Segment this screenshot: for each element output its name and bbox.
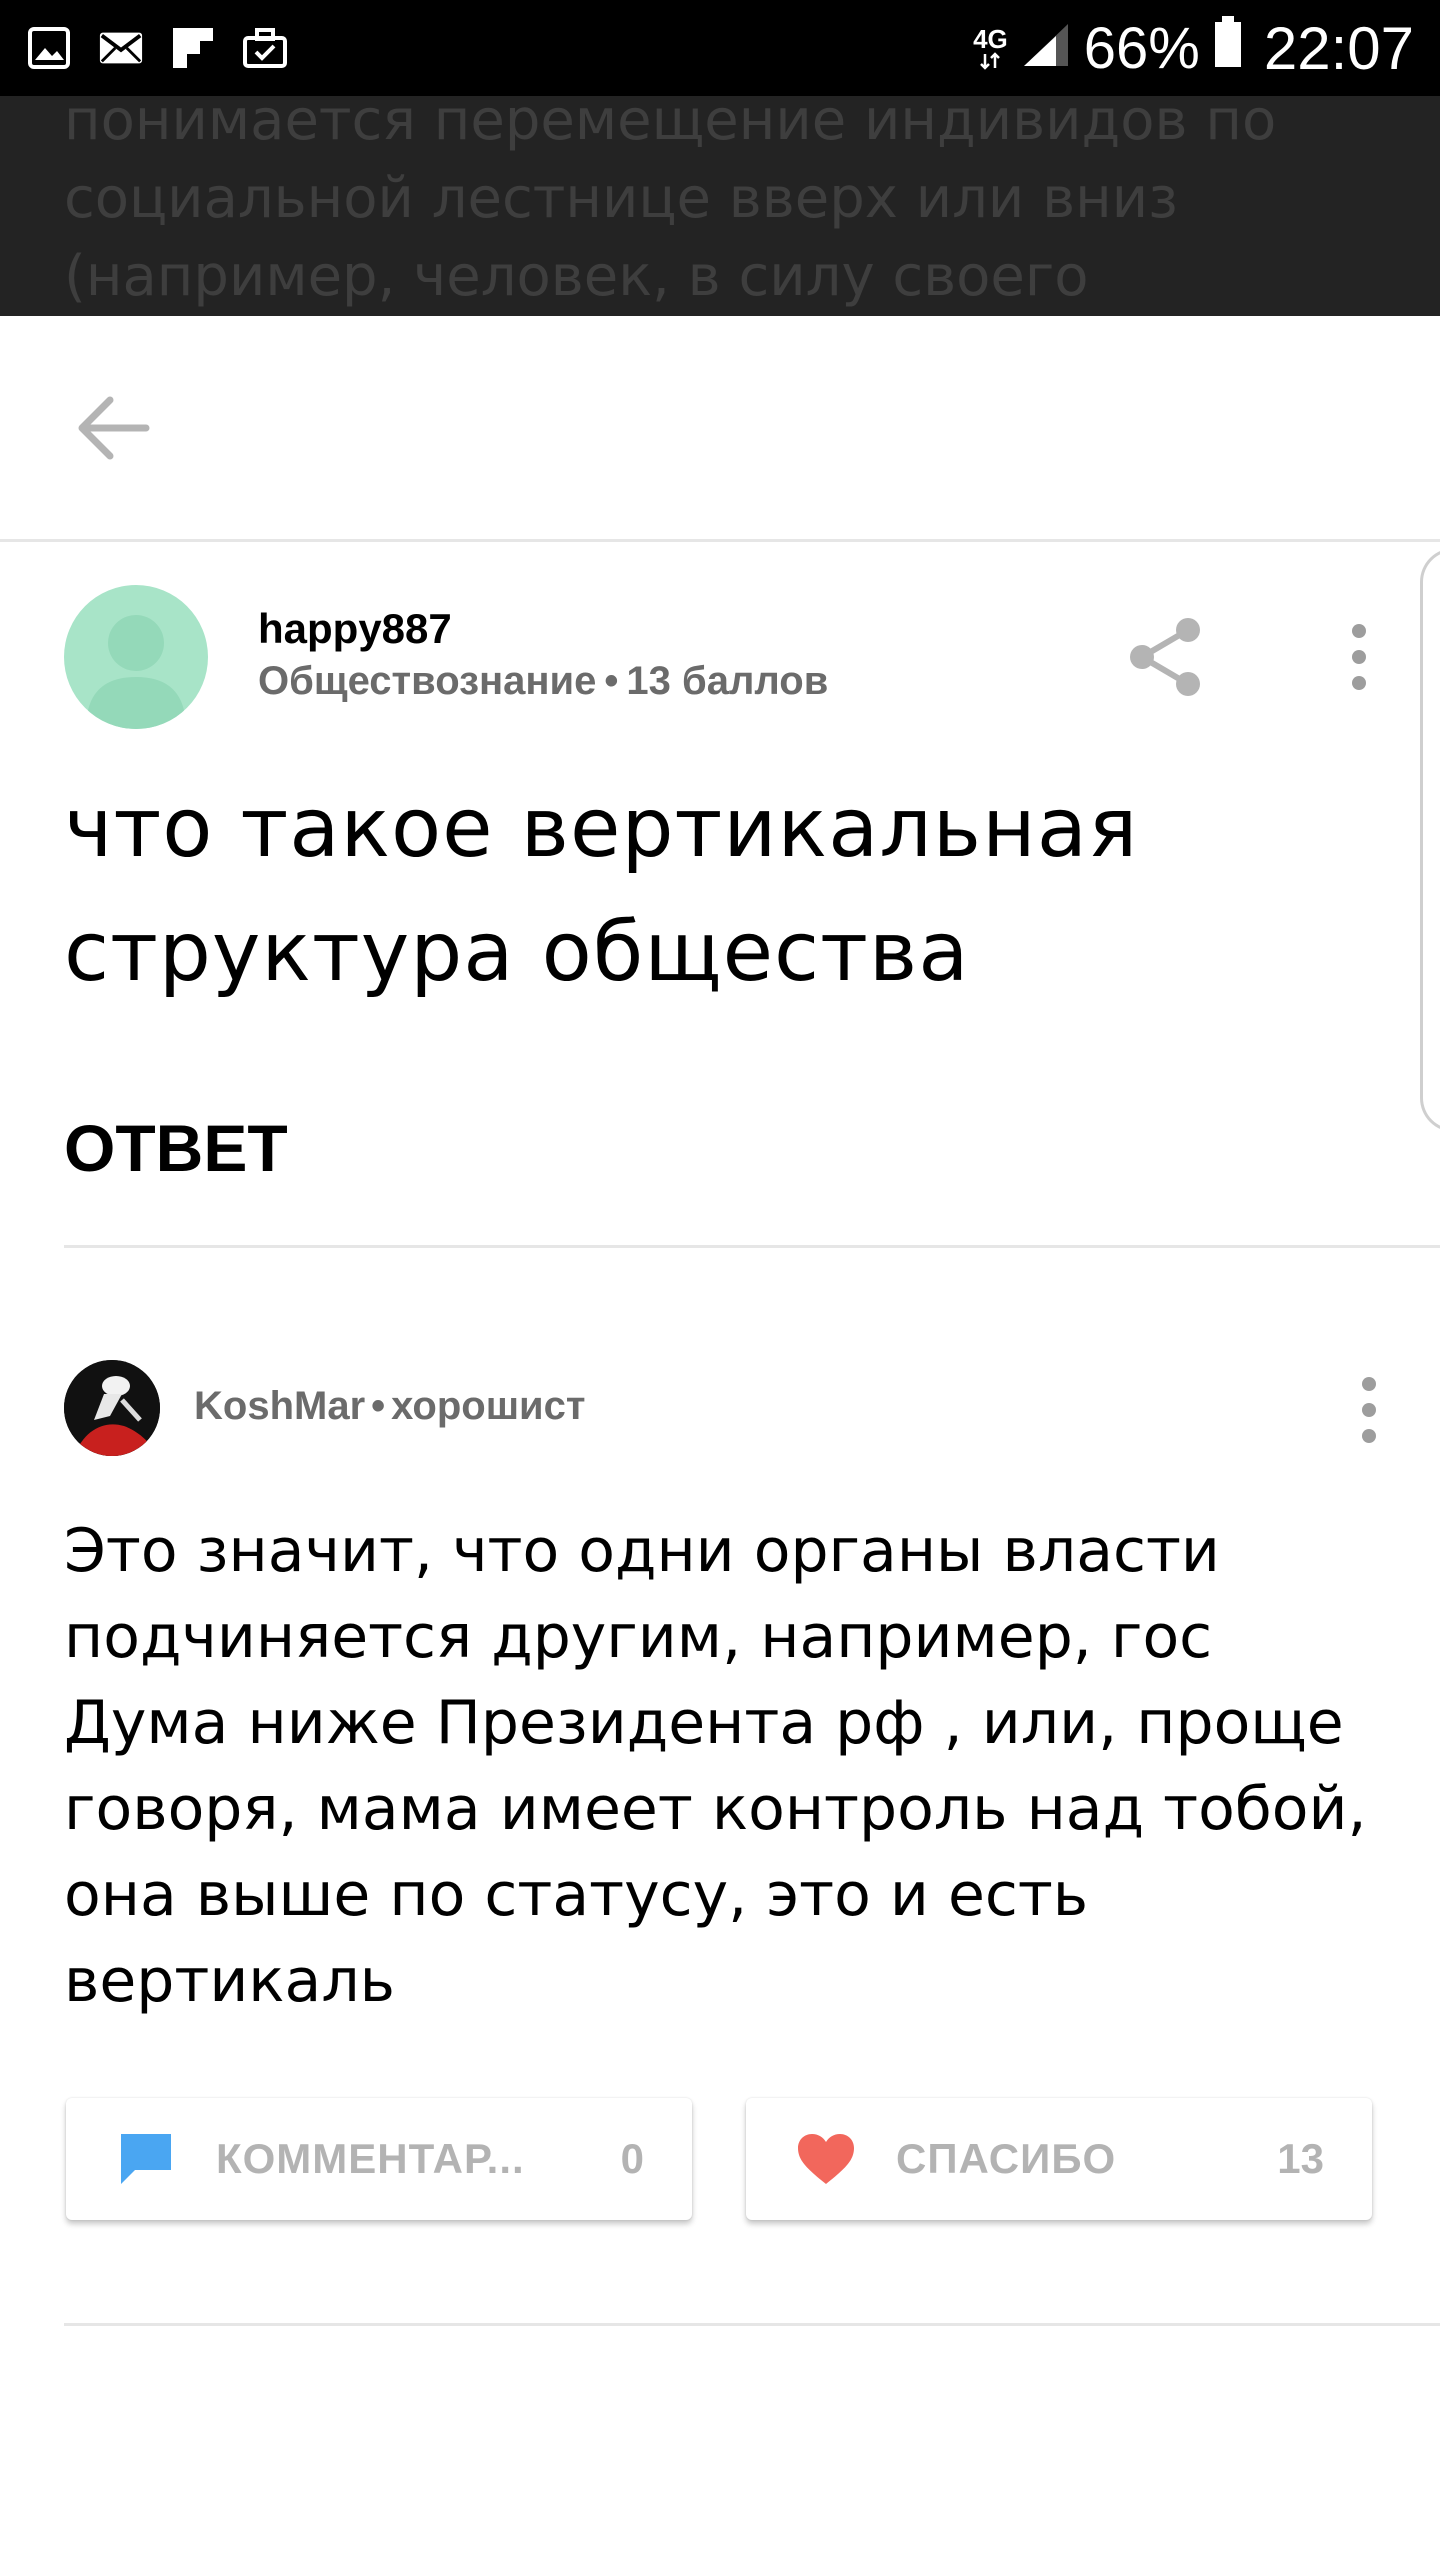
- share-icon: [1126, 614, 1206, 705]
- comment-icon: [114, 2127, 178, 2191]
- dot: [1362, 1403, 1376, 1417]
- signal-icon: [1022, 15, 1070, 82]
- comments-count: 0: [620, 2135, 644, 2182]
- answer-heading: ОТВЕТ: [64, 1111, 288, 1185]
- status-bar: 4G 66% 22:07: [0, 0, 1440, 96]
- mail-icon: [98, 25, 144, 71]
- comments-label: КОММЕНТАР...: [216, 2135, 525, 2182]
- points-label: 13 баллов: [626, 659, 829, 703]
- back-button[interactable]: [60, 388, 164, 472]
- app-bar: [0, 316, 1440, 542]
- dot: [1352, 624, 1366, 638]
- subject-label[interactable]: Обществознание: [258, 659, 596, 703]
- arrow-left-icon: [74, 395, 150, 466]
- divider: [64, 1245, 1440, 1248]
- author-rank: хорошист: [391, 1384, 586, 1428]
- overlay-line: (например, человек, в силу своего: [64, 244, 1089, 309]
- dot: [1352, 650, 1366, 664]
- gallery-icon: [26, 25, 72, 71]
- overlay-line: социальной лестнице вверх или вниз: [64, 166, 1178, 231]
- answer-text: Это значит, что одни органы власти подчи…: [64, 1516, 1367, 2016]
- battery-icon: [1214, 15, 1242, 82]
- more-options-button[interactable]: [1330, 617, 1388, 697]
- flipboard-icon: [170, 25, 216, 71]
- thanks-button[interactable]: СПАСИБО 13: [746, 2098, 1372, 2220]
- overlay-line: понимается перемещение индивидов по: [64, 96, 1277, 153]
- question-author[interactable]: happy887: [258, 605, 452, 653]
- thanks-count: 13: [1277, 2135, 1324, 2182]
- dot: [1362, 1429, 1376, 1443]
- answer-author-meta: KoshMar • хорошист: [194, 1384, 585, 1429]
- battery-percent: 66%: [1083, 15, 1200, 81]
- avatar[interactable]: [64, 585, 208, 729]
- comments-button[interactable]: КОММЕНТАР... 0: [66, 2098, 692, 2220]
- network-indicator: 4G: [973, 26, 1008, 70]
- divider: [64, 2323, 1440, 2326]
- question-title: что такое вертикальная структура обществ…: [64, 781, 1139, 1000]
- dot: [1362, 1377, 1376, 1391]
- meta-separator: •: [371, 1384, 386, 1428]
- notification-icons: [26, 25, 288, 71]
- heart-icon: [794, 2127, 858, 2191]
- briefcase-icon: [242, 25, 288, 71]
- clock: 22:07: [1263, 14, 1414, 82]
- answer-more-options-button[interactable]: [1340, 1370, 1398, 1450]
- network-type: 4G: [973, 24, 1008, 54]
- answer-avatar[interactable]: [64, 1360, 160, 1456]
- share-button[interactable]: [1124, 613, 1208, 705]
- answer-author[interactable]: KoshMar: [194, 1384, 365, 1428]
- thanks-label: СПАСИБО: [896, 2135, 1117, 2182]
- system-status: 4G 66% 22:07: [973, 14, 1414, 83]
- overlay-text: понимается перемещение индивидов по соци…: [64, 96, 1384, 316]
- question-meta: Обществознание • 13 баллов: [258, 659, 828, 704]
- background-article-overlay[interactable]: понимается перемещение индивидов по соци…: [0, 96, 1440, 316]
- dot: [1352, 676, 1366, 690]
- meta-separator: •: [604, 659, 619, 703]
